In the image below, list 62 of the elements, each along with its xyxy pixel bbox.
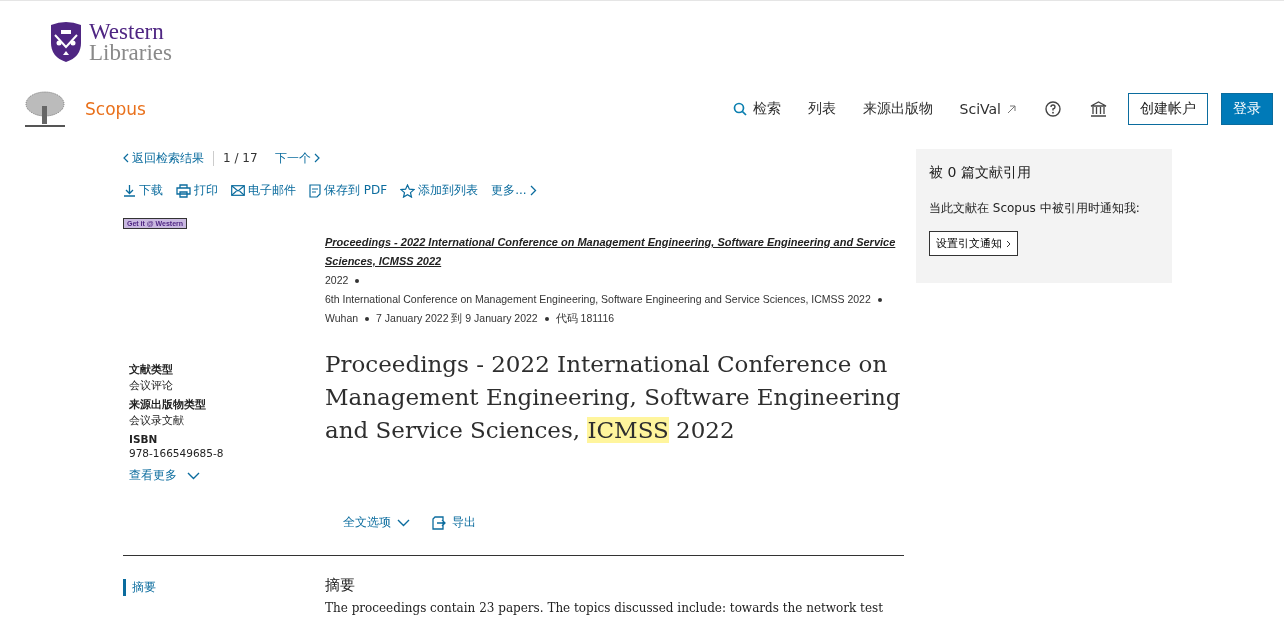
tree-logo-icon	[23, 90, 67, 128]
separator-dot	[877, 297, 882, 302]
source-meta: 代码 181116	[555, 311, 615, 326]
institution-icon[interactable]	[1090, 101, 1107, 117]
brand-name[interactable]: Scopus	[85, 99, 146, 119]
source-meta: 7 January 2022 到 9 January 2022	[376, 311, 538, 326]
full-text-options-link[interactable]: 全文选项	[343, 514, 410, 531]
chevron-left-icon	[123, 153, 129, 163]
nav-link[interactable]: 来源出版物	[862, 100, 933, 118]
document-title: Proceedings - 2022 International Conference on Management Engineering, Software Engineering and Service Sciences, ICMSS 2022	[325, 350, 901, 445]
download-icon	[123, 184, 136, 197]
export-icon	[432, 515, 446, 530]
action-link[interactable]: 电子邮件	[231, 182, 296, 199]
print-icon	[176, 183, 191, 198]
action-link[interactable]: 保存到 PDF	[309, 182, 388, 199]
chevron-down-icon	[397, 518, 410, 527]
next-link[interactable]: 下一个	[274, 149, 320, 167]
detail-label: 来源出版物类型	[129, 398, 207, 412]
chevron-right-icon	[529, 185, 537, 196]
create-account-button[interactable]: 创建帐户	[1128, 93, 1208, 125]
see-more-link[interactable]: 查看更多	[129, 467, 325, 484]
separator-dot	[355, 278, 360, 283]
search-icon	[732, 102, 747, 116]
back-link[interactable]: 返回检索结果	[123, 149, 204, 167]
help-icon[interactable]	[1045, 101, 1061, 117]
action-link[interactable]: 下载	[123, 182, 163, 199]
nav-link[interactable]: 列表	[807, 100, 836, 118]
set-alert-button[interactable]: 设置引文通知	[929, 231, 1018, 256]
document-icon	[309, 183, 321, 198]
source-meta: 2022	[325, 273, 349, 288]
action-link[interactable]: 打印	[176, 182, 218, 199]
detail-value: 会议录文献	[129, 414, 185, 428]
alert-note: 当此文献在 Scopus 中被引用时通知我:	[929, 200, 1141, 217]
source-meta: 6th International Conference on Management Engineering, Software Engineering and Service Sciences, ICMSS 2022	[325, 292, 871, 307]
detail-value: 978-166549685-8	[129, 447, 225, 459]
nav-link[interactable]: SciVal	[959, 101, 1016, 117]
detail-label: ISBN	[129, 433, 159, 445]
chevron-down-icon	[187, 471, 200, 480]
external-link-icon	[1007, 104, 1016, 114]
action-link[interactable]: 更多...	[491, 182, 537, 199]
export-link[interactable]: 导出	[432, 514, 476, 531]
nav-link[interactable]: 检索	[732, 100, 781, 118]
source-title-link[interactable]: Proceedings - 2022 International Conference on Management Engineering, Software Engineering and Service Sciences, ICMSS 2022	[325, 233, 901, 271]
sign-in-button[interactable]: 登录	[1221, 93, 1273, 125]
library-name: Libraries	[89, 42, 172, 63]
detail-label: 文献类型	[129, 363, 174, 377]
separator-dot	[365, 316, 370, 321]
section-link[interactable]: 摘要	[123, 579, 156, 596]
detail-value: 会议评论	[129, 379, 174, 393]
shield-logo-icon	[49, 21, 83, 63]
star-icon	[400, 183, 416, 198]
separator-dot	[544, 316, 549, 321]
result-counter: 1 / 17	[223, 151, 258, 165]
abstract-text: The proceedings contain 23 papers. The topics discussed include: towards the network test	[325, 601, 885, 615]
library-name: Western	[89, 21, 165, 42]
mail-icon	[231, 185, 245, 196]
chevron-right-icon	[1006, 239, 1011, 248]
source-meta: Wuhan	[325, 311, 359, 326]
action-link[interactable]: 添加到列表	[400, 182, 479, 199]
abstract-heading: 摘要	[325, 576, 356, 595]
cited-by-title: 被 0 篇文献引用	[929, 164, 1032, 182]
chevron-right-icon	[313, 153, 320, 163]
